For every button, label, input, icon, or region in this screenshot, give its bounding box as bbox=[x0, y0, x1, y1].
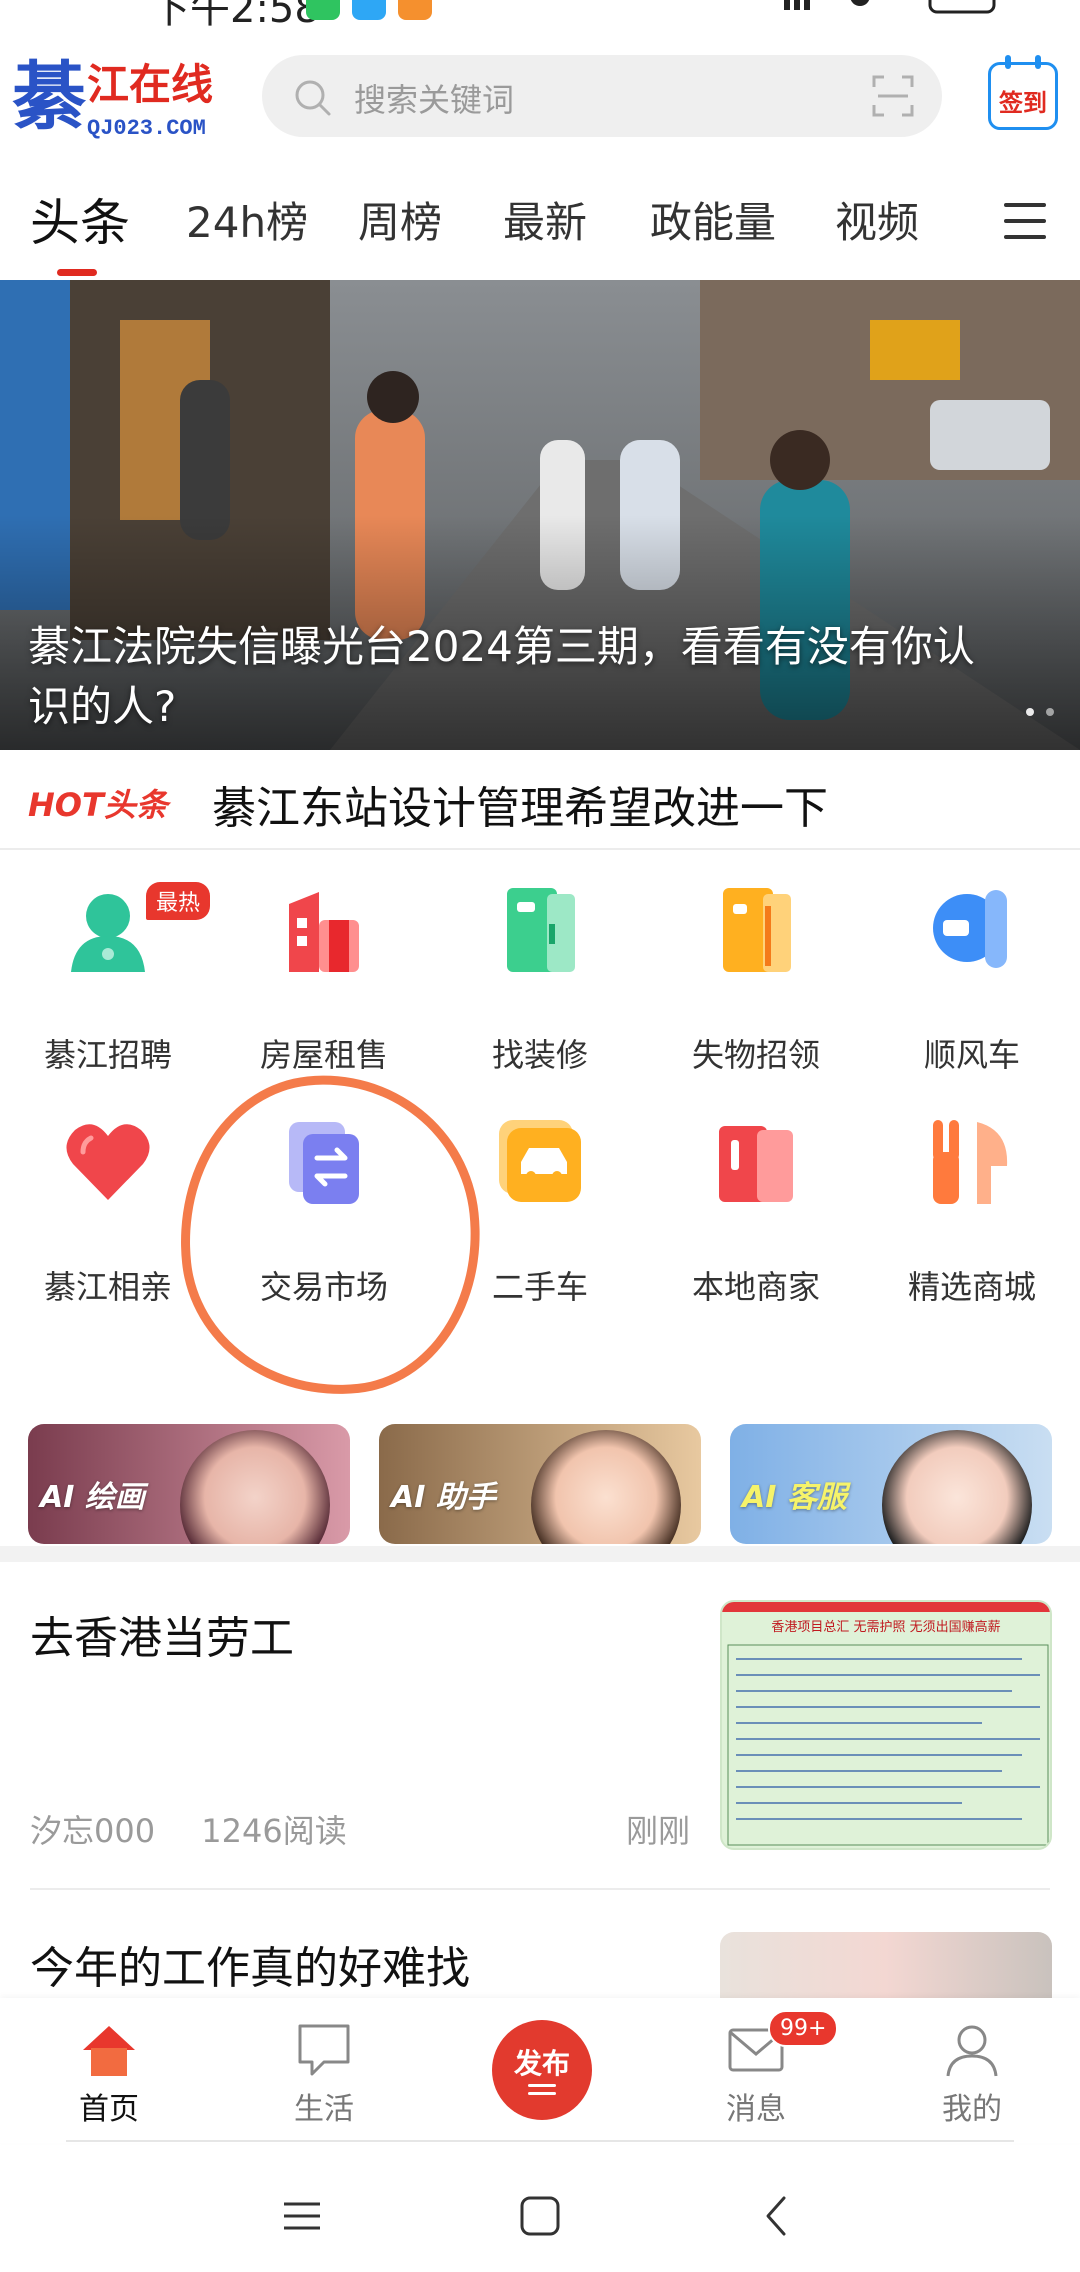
tab-latest[interactable]: 最新 bbox=[503, 189, 587, 250]
app-notification-icon bbox=[398, 0, 432, 20]
shop-icon bbox=[719, 1126, 793, 1202]
car-icon bbox=[499, 1120, 581, 1202]
search-bar[interactable]: 搜索关键词 bbox=[262, 55, 942, 137]
fork-icon bbox=[933, 1120, 1008, 1204]
carousel-dot bbox=[1026, 708, 1034, 716]
nav-life[interactable]: 生活 bbox=[254, 2022, 394, 2132]
signin-button[interactable]: 签到 bbox=[988, 55, 1058, 130]
section-divider bbox=[0, 1546, 1080, 1562]
tab-weekly[interactable]: 周榜 bbox=[358, 189, 442, 250]
recents-menu-icon[interactable] bbox=[280, 2194, 324, 2238]
scan-icon[interactable] bbox=[872, 75, 914, 117]
article-time: 刚刚 bbox=[626, 1812, 691, 1850]
chat-bubble-icon bbox=[298, 2024, 350, 2076]
bottom-nav: 首页 生活 发布 消息 99+ 我的 bbox=[0, 1998, 1080, 2143]
box-icon bbox=[723, 888, 791, 972]
search-placeholder: 搜索关键词 bbox=[354, 81, 515, 119]
building-icon bbox=[289, 892, 359, 972]
article-item[interactable]: 今年的工作真的好难找 bbox=[0, 1890, 1080, 1998]
home-square-icon[interactable] bbox=[518, 2194, 562, 2238]
tab-24h[interactable]: 24h榜 bbox=[186, 189, 308, 250]
site-logo[interactable]: 綦 江在线 QJ023.COM bbox=[12, 60, 237, 170]
headline-banner[interactable]: 綦江法院失信曝光台2024第三期，看看有没有你认识的人? bbox=[0, 280, 1080, 750]
system-nav-bar bbox=[0, 2160, 1080, 2272]
nav-profile[interactable]: 我的 bbox=[902, 2022, 1042, 2132]
signal-wifi-battery-icon bbox=[784, 0, 996, 14]
status-bar: 下午2:58 bbox=[0, 0, 1080, 30]
grid-item-carpool[interactable]: 顺风车 bbox=[864, 860, 1080, 1074]
article-author: 汐忘000 bbox=[30, 1812, 156, 1850]
menu-icon[interactable] bbox=[1004, 203, 1046, 243]
publish-lines-icon bbox=[528, 2084, 556, 2100]
article-meta: 汐忘000 1246阅读 bbox=[30, 1806, 347, 1852]
user-icon bbox=[946, 2025, 998, 2077]
ai-drawing-card[interactable]: AI 绘画 bbox=[28, 1424, 350, 1544]
grid-item-recruitment[interactable]: 最热 綦江招聘 bbox=[0, 860, 216, 1074]
hot-headline-row[interactable]: HOT头条 綦江东站设计管理希望改进一下 bbox=[0, 750, 1080, 850]
nav-home[interactable]: 首页 bbox=[39, 2022, 179, 2132]
document-lines bbox=[727, 1644, 1049, 1846]
message-count-badge: 99+ bbox=[768, 2010, 839, 2047]
channel-tabs: 头条 24h榜 周榜 最新 政能量 视频 bbox=[0, 175, 1080, 280]
ai-assistant-card[interactable]: AI 助手 bbox=[379, 1424, 701, 1544]
calendar-ring bbox=[1035, 55, 1041, 69]
tab-video[interactable]: 视频 bbox=[835, 189, 919, 250]
door-icon bbox=[507, 888, 575, 972]
ai-service-card[interactable]: AI 客服 bbox=[730, 1424, 1052, 1544]
tab-energy[interactable]: 政能量 bbox=[650, 189, 776, 250]
publish-button[interactable]: 发布 bbox=[492, 2020, 592, 2120]
wechat-notification-icon bbox=[306, 0, 340, 20]
tab-headline[interactable]: 头条 bbox=[30, 183, 130, 255]
portrait-image bbox=[531, 1430, 681, 1544]
service-grid: 最热 綦江招聘 房屋租售 找装修 失物招领 顺风车 綦江相亲 交易市场 二手车 … bbox=[0, 860, 1080, 1370]
grid-item-lost-found[interactable]: 失物招领 bbox=[648, 860, 864, 1074]
hot-tag: 最热 bbox=[146, 882, 211, 920]
grid-item-local-shops[interactable]: 本地商家 bbox=[648, 1092, 864, 1306]
portrait-image bbox=[180, 1430, 330, 1544]
grid-item-housing[interactable]: 房屋租售 bbox=[216, 860, 432, 1074]
search-icon bbox=[295, 80, 331, 116]
portrait-image bbox=[882, 1430, 1032, 1544]
article-reads: 1246阅读 bbox=[201, 1812, 347, 1850]
article-item[interactable]: 去香港当劳工 汐忘000 1246阅读 刚刚 香港项目总汇 无需护照 无须出国赚… bbox=[0, 1562, 1080, 1888]
active-tab-indicator bbox=[57, 269, 97, 276]
system-icons bbox=[780, 0, 1010, 18]
hot-headline-text: 綦江东站设计管理希望改进一下 bbox=[212, 783, 828, 834]
status-time: 下午2:58 bbox=[150, 0, 320, 30]
nav-divider bbox=[66, 2140, 1014, 2142]
article-title: 去香港当劳工 bbox=[30, 1613, 294, 1664]
banner-title: 綦江法院失信曝光台2024第三期，看看有没有你认识的人? bbox=[28, 622, 975, 731]
app-notification-icon bbox=[352, 0, 386, 20]
heart-icon bbox=[66, 1124, 150, 1200]
back-chevron-icon[interactable] bbox=[756, 2194, 800, 2238]
article-thumbnail: 香港项目总汇 无需护照 无须出国赚高薪 bbox=[720, 1600, 1052, 1850]
article-thumbnail bbox=[720, 1932, 1052, 1998]
carousel-dots bbox=[1014, 701, 1054, 720]
car-seat-icon bbox=[933, 890, 1007, 968]
ai-cards: AI 绘画 AI 助手 AI 客服 bbox=[0, 1424, 1080, 1546]
grid-item-renovation[interactable]: 找装修 bbox=[432, 860, 648, 1074]
person-icon bbox=[71, 894, 145, 972]
carousel-dot bbox=[1046, 708, 1054, 716]
calendar-ring bbox=[1005, 55, 1011, 69]
grid-item-mall[interactable]: 精选商城 bbox=[864, 1092, 1080, 1306]
hot-badge: HOT头条 bbox=[28, 786, 168, 824]
article-title: 今年的工作真的好难找 bbox=[30, 1943, 470, 1994]
app-header: 綦 江在线 QJ023.COM 搜索关键词 签到 bbox=[0, 30, 1080, 175]
home-icon bbox=[83, 2026, 135, 2076]
